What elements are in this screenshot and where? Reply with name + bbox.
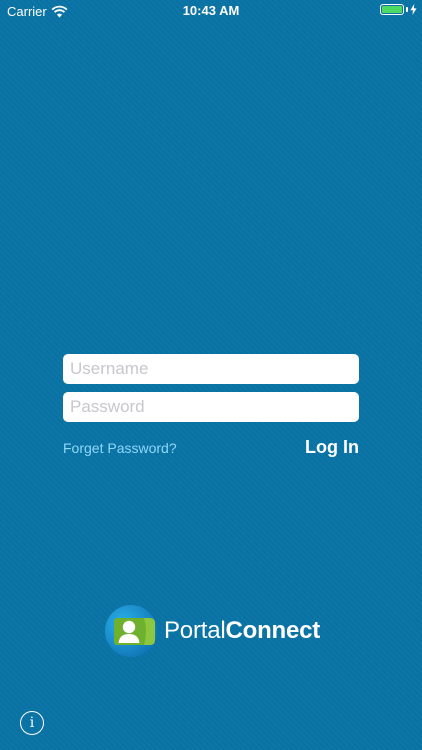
portalconnect-logo-icon bbox=[105, 605, 157, 657]
login-button[interactable]: Log In bbox=[305, 437, 359, 458]
battery-level-fill bbox=[382, 6, 402, 13]
info-icon[interactable]: i bbox=[20, 711, 44, 735]
battery-icon bbox=[380, 4, 404, 15]
info-glyph: i bbox=[29, 715, 35, 731]
brand-wordmark: PortalConnect bbox=[164, 617, 320, 645]
status-time: 10:43 AM bbox=[182, 3, 240, 18]
brand-name-connect: Connect bbox=[225, 617, 321, 644]
username-field[interactable] bbox=[63, 354, 359, 384]
status-bar: Carrier 10:43 AM bbox=[0, 0, 422, 22]
charging-bolt-icon bbox=[410, 4, 417, 15]
brand-logo: PortalConnect bbox=[104, 604, 320, 658]
brand-name-portal: Portal bbox=[164, 617, 226, 644]
login-screen: Carrier 10:43 AM Forget Password? Log In bbox=[0, 0, 422, 750]
battery-group bbox=[380, 4, 417, 15]
forgot-password-link[interactable]: Forget Password? bbox=[63, 440, 177, 456]
battery-cap bbox=[406, 7, 408, 12]
password-field[interactable] bbox=[63, 392, 359, 422]
